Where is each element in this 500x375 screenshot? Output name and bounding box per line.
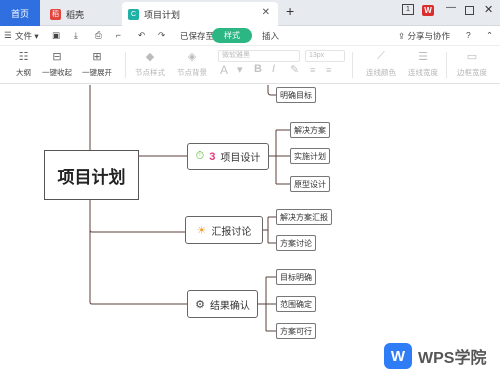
font-size-select[interactable]: 13px [305,50,345,62]
expand-icon: ⊞ [92,51,102,63]
bulb-icon: ☀ [196,224,207,237]
maximize-button[interactable] [465,6,474,15]
collapse-ribbon-icon[interactable]: ⌃ [486,30,493,41]
border-width-button[interactable]: ▭ 边框宽度 [457,50,487,78]
highlight-icon[interactable]: ✎ [290,63,299,76]
tab-style[interactable]: 样式 [212,28,252,43]
format-painter-icon[interactable]: ⌐ [116,30,121,40]
share-collab-button[interactable]: ⇪ 分享与协作 [398,30,450,42]
node-background-button[interactable]: ◈ 节点背景 [177,50,207,78]
collapse-icon: ⊟ [52,51,62,63]
branch-node-design[interactable]: ⏱ 3 项目设计 [187,143,269,170]
connector-report-leaves [263,216,276,244]
connector-report [89,229,185,233]
new-tab-label: + [286,3,295,19]
leaf-node[interactable]: 方案可行 [276,323,316,339]
leaf-node[interactable]: 解决方案汇报 [276,209,332,225]
close-icon[interactable]: ✕ [262,7,270,18]
italic-icon[interactable]: I [272,63,275,75]
menu-icon[interactable]: ☰ [4,30,12,41]
outline-button[interactable]: ☷ 大纲 [16,50,31,78]
badge-3-icon: 3 [209,150,216,163]
node-style-button[interactable]: ◆ 节点样式 [135,50,165,78]
branch-node-report[interactable]: ☀ 汇报讨论 [185,216,263,244]
align-left-icon[interactable]: ≡ [310,65,315,75]
tab-insert[interactable]: 插入 [262,30,279,42]
file-menu[interactable]: 文件 ▾ [15,30,39,42]
help-icon[interactable]: ? [466,30,471,40]
tab-home[interactable]: 首页 [0,0,40,26]
connector-result [89,301,187,305]
line-width-button[interactable]: ☰ 连线宽度 [408,50,438,78]
divider [446,52,447,78]
undo-icon[interactable]: ↶ [138,30,145,41]
leaf-node[interactable]: 方案讨论 [276,235,316,251]
font-family-select[interactable]: 微软雅黑 [218,50,300,62]
connector-design-leaves [269,129,290,185]
leaf-node[interactable]: 范围确定 [276,296,316,312]
line-color-icon: ⟋ [377,50,385,62]
tab-daoke-label: 稻壳 [66,9,85,20]
mindmap-canvas[interactable]: 明确目标 项目计划 ⏱ 3 项目设计 解决方案 实施计划 原型设计 ☀ 汇报讨论… [0,85,500,375]
stopwatch-icon: ⏱ [195,150,205,162]
quick-toolbar: ☰ 文件 ▾ ▣ ⤓ ⎙ ⌐ ↶ ↷ 已保存至 样式 插入 ⇪ 分享与协作 ? … [0,26,500,46]
branch-node-result[interactable]: ⚙ 结果确认 [187,290,258,318]
line-color-button[interactable]: ⟋ 连线颜色 [366,50,396,78]
align-center-icon[interactable]: ≡ [326,65,331,75]
leaf-top[interactable]: 明确目标 [276,87,316,103]
collapse-all-button[interactable]: ⊟ 一键收起 [42,50,72,78]
bold-icon[interactable]: B [254,63,262,75]
mindmap-doc-icon: C [128,8,139,20]
divider [352,52,353,78]
connector-result-leaves [258,276,276,332]
save-icon[interactable]: ▣ [52,30,60,41]
divider [125,52,126,78]
connector-top-leaf [267,85,276,96]
expand-all-button[interactable]: ⊞ 一键展开 [82,50,112,78]
leaf-node[interactable]: 实施计划 [290,148,330,164]
leaf-node[interactable]: 解决方案 [290,122,330,138]
border-width-icon: ▭ [466,51,478,63]
font-color-dropdown-icon[interactable]: ▾ [237,63,243,76]
download-icon[interactable]: ⤓ [74,30,78,41]
gear-icon: ⚙ [195,298,205,311]
tab-project-plan-label: 项目计划 [144,9,181,20]
daoke-icon: 稻 [50,8,61,20]
tab-daoke[interactable]: 稻 稻壳 [44,2,120,26]
node-style-icon: ◆ [145,51,155,63]
outline-icon: ☷ [18,51,29,63]
minimize-button[interactable]: — [446,2,456,13]
leaf-node[interactable]: 目标明确 [276,269,316,285]
tab-project-plan[interactable]: C 项目计划 ✕ [122,2,278,26]
redo-icon[interactable]: ↷ [158,30,165,41]
font-color-icon[interactable]: A [220,63,228,77]
watermark-text: WPS学院 [418,350,487,367]
root-node[interactable]: 项目计划 [44,150,139,200]
saved-status: 已保存至 [180,31,215,41]
wps-logo-icon[interactable]: W [422,5,434,16]
new-tab-button[interactable]: + [286,3,294,19]
wps-academy-watermark: W WPS学院 [384,343,486,369]
paint-bucket-icon: ◈ [187,51,197,63]
wps-academy-logo-icon: W [384,343,412,369]
print-icon[interactable]: ⎙ [95,30,102,41]
line-width-icon: ☰ [418,51,428,63]
tab-bar: 首页 稻 稻壳 C 项目计划 ✕ + 1 W — ✕ [0,0,500,26]
close-window-button[interactable]: ✕ [484,3,493,16]
leaf-node[interactable]: 原型设计 [290,176,330,192]
window-counter[interactable]: 1 [402,4,414,15]
tab-home-label: 首页 [10,8,29,19]
